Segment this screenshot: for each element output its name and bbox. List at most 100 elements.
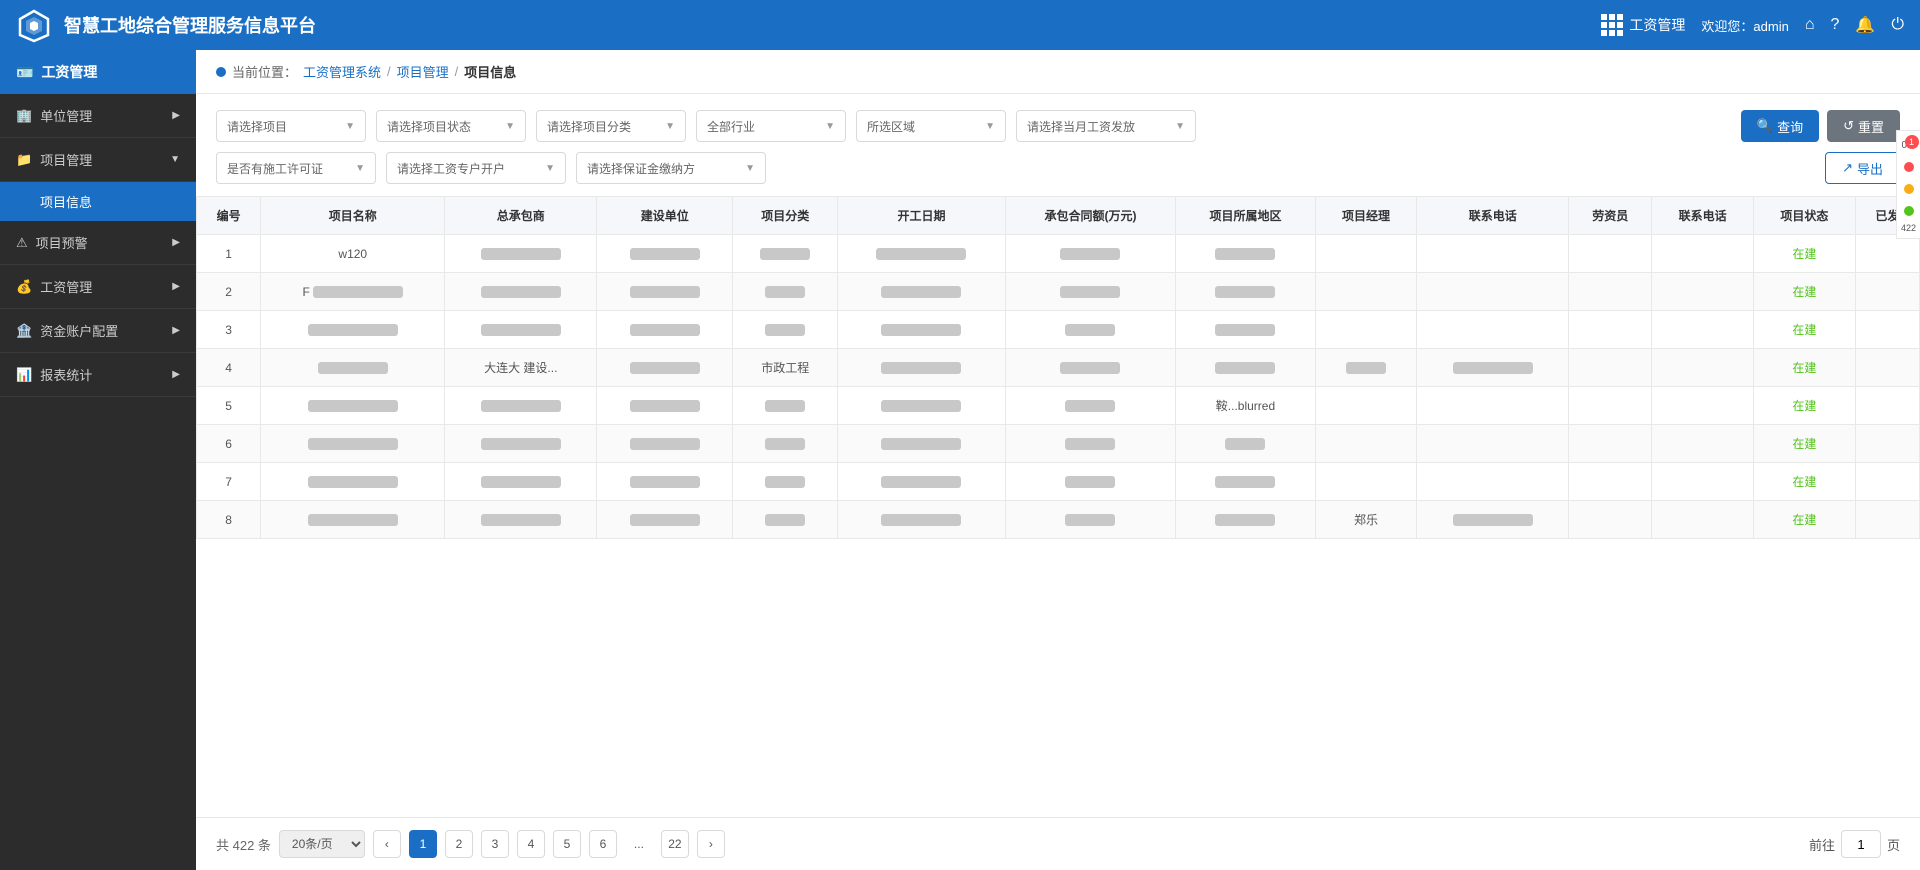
chevron-down-icon-region: ▼ (985, 121, 995, 132)
header-left: 智慧工地综合管理服务信息平台 (16, 7, 316, 43)
salary-month-select[interactable]: 请选择当月工资发放 ▼ (1016, 110, 1196, 142)
sidebar-item-project-warning[interactable]: ⚠ 项目预警 ▶ (0, 221, 196, 265)
welcome-text: 欢迎您：admin (1701, 16, 1788, 35)
table-cell (261, 311, 445, 349)
page-btn-2[interactable]: 2 (445, 830, 473, 858)
category-select[interactable]: 请选择项目分类 ▼ (536, 110, 686, 142)
license-select[interactable]: 是否有施工许可证 ▼ (216, 152, 376, 184)
table-row[interactable]: 7在建 (197, 463, 1920, 501)
notification-item-1[interactable]: 0.1 1 (1899, 135, 1919, 155)
table-cell: 5 (197, 387, 261, 425)
sidebar-label-report: 报表统计 (40, 365, 92, 384)
sidebar-item-report-stats[interactable]: 📊 报表统计 ▶ (0, 353, 196, 397)
module-switcher[interactable]: 工资管理 (1601, 14, 1685, 36)
status-select[interactable]: 请选择项目状态 ▼ (376, 110, 526, 142)
sidebar-header: 🪪 工资管理 (0, 50, 196, 94)
table-cell (597, 273, 733, 311)
folder-icon: 📁 (16, 152, 32, 168)
table-cell: 在建 (1753, 349, 1855, 387)
table-cell (1005, 273, 1176, 311)
region-select[interactable]: 所选区域 ▼ (856, 110, 1006, 142)
sidebar-header-label: 工资管理 (41, 62, 97, 82)
salary-month-label: 请选择当月工资发放 (1027, 118, 1135, 135)
table-cell (1855, 349, 1919, 387)
next-page-btn[interactable]: › (697, 830, 725, 858)
breadcrumb-item-3: 项目信息 (464, 62, 516, 81)
table-row[interactable]: 6在建 (197, 425, 1920, 463)
page-btn-4[interactable]: 4 (517, 830, 545, 858)
table-cell (1315, 273, 1417, 311)
right-notification-panel: 0.1 1 422 (1896, 130, 1920, 239)
table-cell (1569, 463, 1652, 501)
table-row[interactable]: 3在建 (197, 311, 1920, 349)
table-scroll[interactable]: 编号 项目名称 总承包商 建设单位 项目分类 开工日期 承包合同额(万元) 项目… (196, 196, 1920, 817)
chevron-down-icon-status: ▼ (505, 121, 515, 132)
page-btn-22[interactable]: 22 (661, 830, 689, 858)
table-cell (445, 235, 597, 273)
goto-input[interactable] (1841, 830, 1881, 858)
chart-icon: 📊 (16, 367, 32, 383)
col-phone: 联系电话 (1417, 197, 1569, 235)
table-cell (1569, 387, 1652, 425)
sidebar-item-project-info[interactable]: 项目信息 (0, 182, 196, 221)
table-cell (597, 349, 733, 387)
breadcrumb-item-2[interactable]: 项目管理 (397, 62, 449, 81)
sidebar-item-fund-account[interactable]: 🏦 资金账户配置 ▶ (0, 309, 196, 353)
table-cell (838, 273, 1005, 311)
table-cell: 鞍...blurred (1176, 387, 1315, 425)
table-row[interactable]: 2F 在建 (197, 273, 1920, 311)
power-icon[interactable]: ⏻ (1891, 16, 1904, 34)
chevron-down-icon-industry: ▼ (825, 121, 835, 132)
breadcrumb-item-1[interactable]: 工资管理系统 (303, 62, 381, 81)
table-cell (261, 349, 445, 387)
special-account-select[interactable]: 请选择工资专户开户 ▼ (386, 152, 566, 184)
table-cell (1005, 349, 1176, 387)
table-cell (445, 501, 597, 539)
main-content: 当前位置： 工资管理系统 / 项目管理 / 项目信息 请选择项目 ▼ 请选择项目… (196, 50, 1920, 870)
table-cell: 在建 (1753, 501, 1855, 539)
page-btn-5[interactable]: 5 (553, 830, 581, 858)
home-icon[interactable]: ⌂ (1805, 16, 1815, 34)
export-button[interactable]: ↗ 导出 (1825, 152, 1900, 184)
table-container: 编号 项目名称 总承包商 建设单位 项目分类 开工日期 承包合同额(万元) 项目… (196, 196, 1920, 870)
sidebar-item-unit-mgmt[interactable]: 🏢 单位管理 ▶ (0, 94, 196, 138)
reset-button[interactable]: ↺ 重置 (1827, 110, 1900, 142)
col-manager: 项目经理 (1315, 197, 1417, 235)
table-cell: 3 (197, 311, 261, 349)
chevron-down-icon-project: ▼ (345, 121, 355, 132)
breadcrumb-dot (216, 67, 226, 77)
table-cell (1417, 463, 1569, 501)
table-cell (838, 311, 1005, 349)
page-btn-3[interactable]: 3 (481, 830, 509, 858)
chevron-right-icon: ▶ (172, 110, 180, 121)
page-btn-6[interactable]: 6 (589, 830, 617, 858)
table-cell (733, 463, 838, 501)
page-size-select[interactable]: 20条/页 50条/页 100条/页 (279, 830, 365, 858)
table-cell (1417, 349, 1569, 387)
logo-icon (16, 7, 52, 43)
industry-select[interactable]: 全部行业 ▼ (696, 110, 846, 142)
prev-page-btn[interactable]: ‹ (373, 830, 401, 858)
question-icon[interactable]: ? (1831, 16, 1840, 34)
sidebar-item-project-mgmt[interactable]: 📁 项目管理 ▼ (0, 138, 196, 182)
table-cell: 1 (197, 235, 261, 273)
bell-icon[interactable]: 🔔 (1855, 15, 1875, 35)
col-contract-amount: 承包合同额(万元) (1005, 197, 1176, 235)
col-contractor: 总承包商 (445, 197, 597, 235)
table-cell (597, 311, 733, 349)
table-cell (1569, 425, 1652, 463)
table-cell (1569, 311, 1652, 349)
table-row[interactable]: 5鞍...blurred 在建 (197, 387, 1920, 425)
sidebar-item-salary-mgmt[interactable]: 💰 工资管理 ▶ (0, 265, 196, 309)
table-cell (1176, 311, 1315, 349)
table-row[interactable]: 1w120在建 (197, 235, 1920, 273)
query-button[interactable]: 🔍 查询 (1741, 110, 1819, 142)
chevron-right-icon-3: ▶ (172, 281, 180, 292)
table-row[interactable]: 4大连大 建设...市政工程在建 (197, 349, 1920, 387)
col-labor-phone: 联系电话 (1652, 197, 1754, 235)
deposit-select[interactable]: 请选择保证金缴纳方 ▼ (576, 152, 766, 184)
project-select[interactable]: 请选择项目 ▼ (216, 110, 366, 142)
table-cell (1005, 501, 1176, 539)
table-row[interactable]: 8郑乐在建 (197, 501, 1920, 539)
page-btn-1[interactable]: 1 (409, 830, 437, 858)
